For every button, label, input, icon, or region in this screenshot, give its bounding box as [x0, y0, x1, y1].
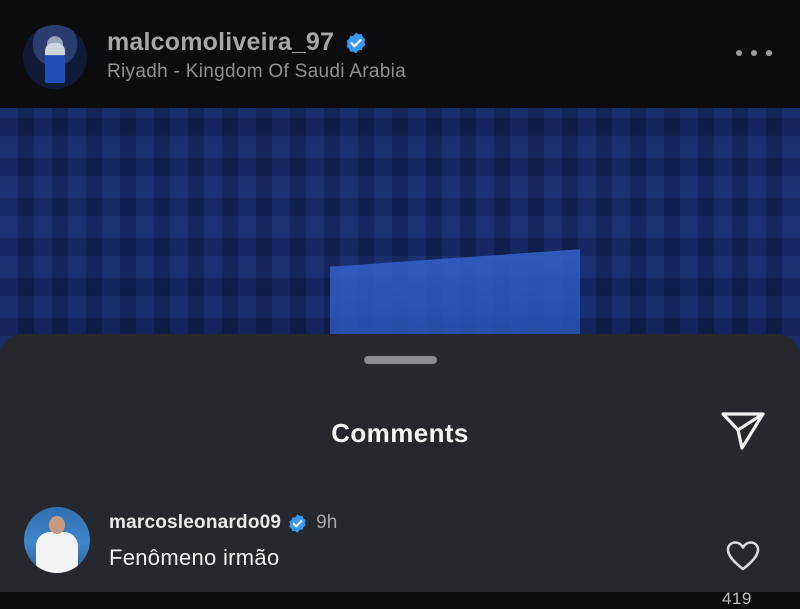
- paper-plane-icon[interactable]: [720, 410, 766, 452]
- verified-badge-icon: [289, 513, 306, 533]
- more-options-button[interactable]: [736, 44, 772, 62]
- comment-like-count: 419: [722, 589, 752, 608]
- post-author-username[interactable]: malcomoliveira_97: [107, 28, 334, 57]
- comment-meta: marcosleonardo09 9h: [109, 512, 337, 534]
- more-horizontal-icon: [736, 50, 742, 56]
- post-author-avatar[interactable]: [23, 25, 87, 89]
- comment-timestamp: 9h: [316, 512, 338, 533]
- heart-outline-icon[interactable]: [726, 540, 760, 572]
- sheet-drag-handle[interactable]: [364, 356, 437, 364]
- comments-title: Comments: [331, 418, 469, 448]
- post-image[interactable]: [0, 108, 800, 358]
- comment-item: marcosleonardo09 9h Fenômeno irmão 419: [0, 505, 800, 608]
- verified-badge-icon: [346, 32, 366, 53]
- comments-sheet: Comments marcosleonardo09 9h Fenômeno ir…: [0, 334, 800, 608]
- commenter-avatar[interactable]: [24, 507, 90, 573]
- comment-text: Fenômeno irmão: [109, 545, 280, 570]
- commenter-username[interactable]: marcosleonardo09: [109, 512, 281, 534]
- post-author[interactable]: malcomoliveira_97: [107, 28, 368, 57]
- post-header: malcomoliveira_97 Riyadh - Kingdom Of Sa…: [0, 0, 800, 108]
- post-location[interactable]: Riyadh - Kingdom Of Saudi Arabia: [107, 61, 406, 83]
